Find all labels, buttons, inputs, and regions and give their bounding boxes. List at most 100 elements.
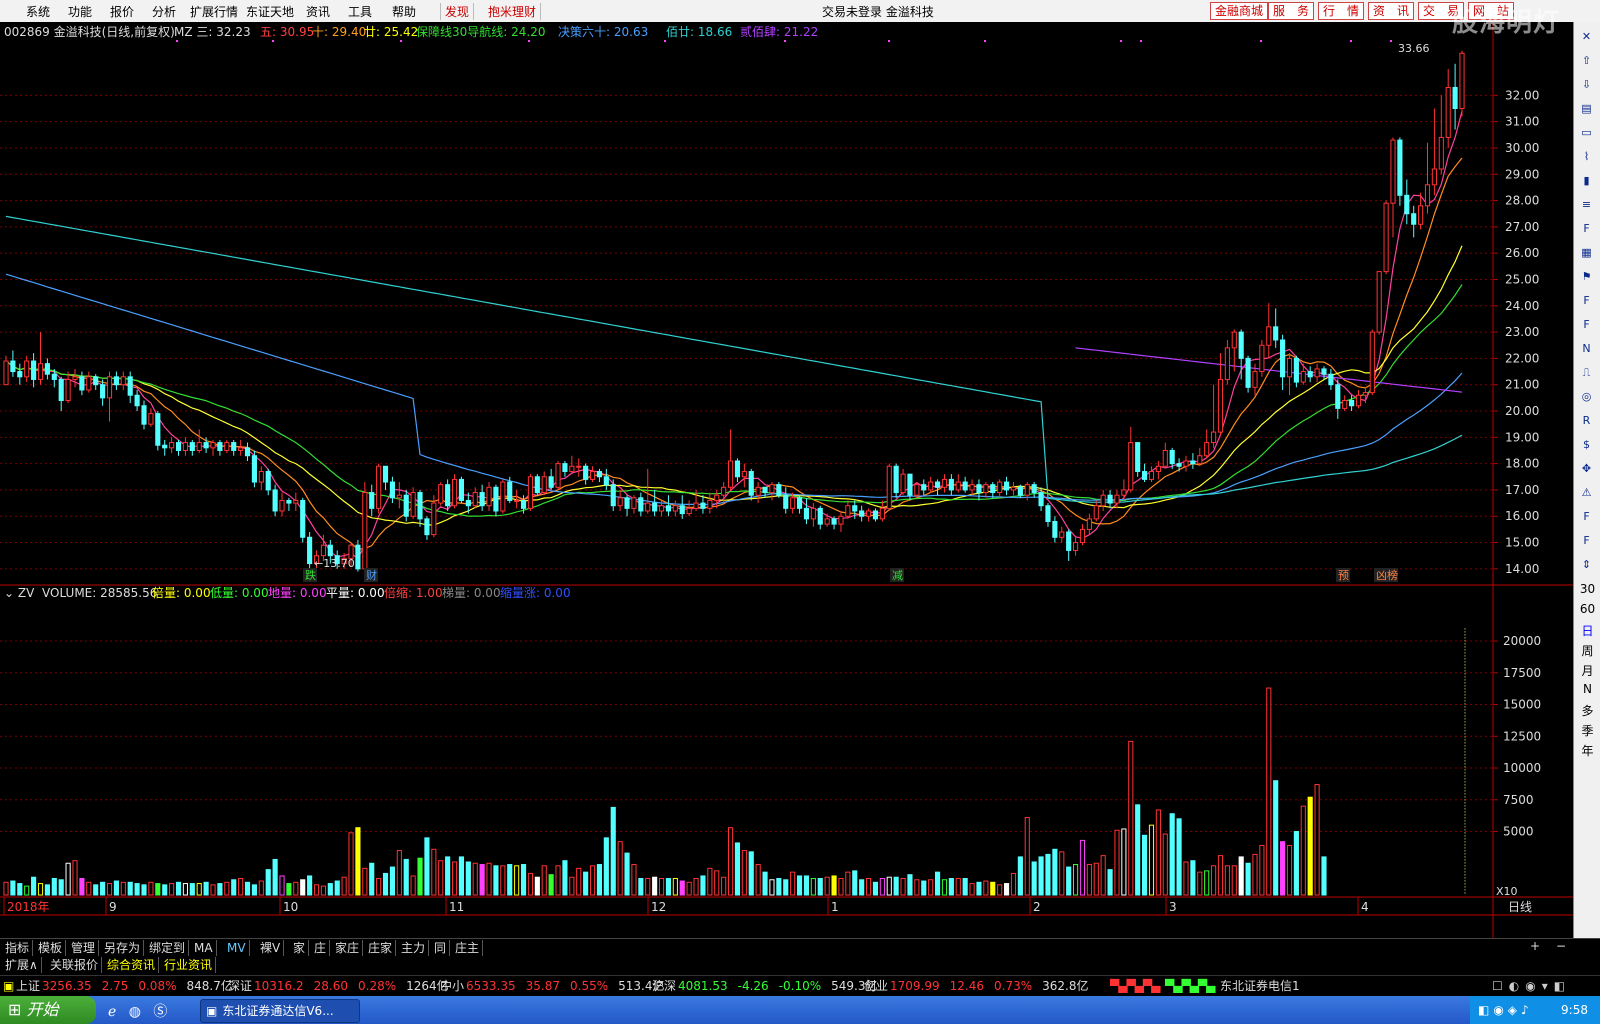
volume-bar: [472, 862, 478, 896]
period-button-3[interactable]: 周: [1574, 642, 1600, 659]
menu-2[interactable]: 报价: [110, 3, 134, 20]
period-button-4[interactable]: 月: [1574, 662, 1600, 679]
candle-body: [893, 465, 899, 494]
calc-icon[interactable]: ▦: [1578, 244, 1595, 261]
money-icon[interactable]: $: [1578, 436, 1595, 453]
event-marker-2[interactable]: 减: [892, 569, 903, 582]
info-tab-2[interactable]: 综合资讯: [104, 957, 160, 973]
candle-body: [596, 471, 603, 478]
top-right-button-2[interactable]: 行 情: [1318, 2, 1365, 20]
indicator-tab-14[interactable]: 庄主: [452, 940, 484, 956]
index-0[interactable]: 上证 3256.35 2.75 0.08% 848.7亿: [16, 976, 233, 996]
chart-area[interactable]: 14.00 15.00 16.00 17.00 18.00 19.00 20.00 21.00…: [0, 22, 1573, 938]
chart-alt-icon[interactable]: ⎍: [1578, 364, 1595, 381]
warning-icon[interactable]: ⚠: [1578, 484, 1595, 501]
menu-wealth[interactable]: 抱米理财: [484, 3, 542, 20]
explorer-icon[interactable]: ◍: [129, 1004, 141, 1020]
indicator-tab-8[interactable]: 家: [290, 940, 310, 956]
add-tab-icon[interactable]: +: [1530, 939, 1540, 953]
menu-6[interactable]: 资讯: [306, 3, 330, 20]
n-icon[interactable]: N: [1578, 340, 1595, 357]
menu-1[interactable]: 功能: [68, 3, 92, 20]
info-tab-3[interactable]: 行业资讯: [161, 957, 217, 973]
start-button[interactable]: ⊞ 开始: [0, 996, 96, 1024]
candle-body: [500, 481, 506, 512]
period-button-7[interactable]: 季: [1574, 722, 1600, 739]
indicator-tab-9[interactable]: 庄: [311, 940, 331, 956]
menu-7[interactable]: 工具: [348, 3, 372, 20]
fin-icon[interactable]: F: [1578, 292, 1595, 309]
menu-5[interactable]: 东证天地: [246, 3, 294, 20]
index-1[interactable]: 深证 10316.2 28.60 0.28% 1264亿: [228, 976, 449, 996]
move-icon[interactable]: ✥: [1578, 460, 1595, 477]
top-right-button-0[interactable]: 金融商城: [1210, 2, 1269, 20]
f5-icon[interactable]: F: [1578, 508, 1595, 525]
flag-icon[interactable]: ⚑: [1578, 268, 1595, 285]
candle-body: [1404, 194, 1410, 215]
info-tab-0[interactable]: 扩展∧: [2, 957, 42, 973]
candle-body: [859, 510, 865, 517]
candle-body: [175, 442, 182, 451]
indicator-tab-3[interactable]: 另存为: [101, 940, 145, 956]
indicator-tab-1[interactable]: 模板: [35, 940, 67, 956]
candle-body: [693, 502, 699, 509]
top-right-button-1[interactable]: 服 务: [1268, 2, 1315, 20]
volume-bar: [859, 879, 865, 896]
ring-icon[interactable]: ◎: [1578, 388, 1595, 405]
line-chart-icon[interactable]: ⌇: [1578, 148, 1595, 165]
app-icon[interactable]: Ⓢ: [153, 1004, 167, 1020]
indicator-tab-6[interactable]: MV: [224, 940, 250, 956]
event-marker-4[interactable]: 凶榜: [1376, 568, 1398, 582]
ie-icon[interactable]: ℯ: [108, 1004, 116, 1020]
info-tab-1[interactable]: 关联报价: [47, 957, 103, 973]
period-button-0[interactable]: 30: [1574, 582, 1600, 596]
event-marker-1[interactable]: 财: [366, 568, 377, 582]
menu-discover[interactable]: 发现: [440, 3, 475, 20]
expand-icon[interactable]: ⇕: [1578, 556, 1595, 573]
index-3[interactable]: 沪深 4081.53 -4.26 -0.10% 549.3亿: [652, 976, 878, 996]
event-marker-0[interactable]: 跌: [305, 568, 316, 582]
candle-body: [369, 492, 375, 509]
page-icon[interactable]: ▭: [1578, 124, 1595, 141]
tray-icons[interactable]: ◧◉◈♪: [1478, 1003, 1533, 1017]
period-button-8[interactable]: 年: [1574, 742, 1600, 759]
index-4[interactable]: 创业 1709.99 12.46 0.73% 362.8亿: [864, 976, 1088, 996]
event-marker-3[interactable]: 预: [1338, 569, 1349, 582]
list-icon[interactable]: ≡: [1578, 196, 1595, 213]
indicator-tab-12[interactable]: 主力: [398, 940, 430, 956]
candle-body: [417, 492, 423, 520]
down-arrow-icon[interactable]: ⇩: [1578, 76, 1595, 93]
volume-bar: [852, 870, 858, 896]
indicator-tab-4[interactable]: 绑定到: [146, 940, 190, 956]
period-button-6[interactable]: 多: [1574, 702, 1600, 719]
menu-0[interactable]: 系统: [26, 3, 50, 20]
period-button-2[interactable]: 日: [1574, 622, 1600, 639]
f12-icon[interactable]: F: [1578, 316, 1595, 333]
taskbar-app-button[interactable]: ▣ 东北证券通达信V6...: [200, 999, 360, 1023]
indicator-tab-0[interactable]: 指标: [2, 940, 34, 956]
menu-8[interactable]: 帮助: [392, 3, 416, 20]
f10-icon[interactable]: F: [1578, 220, 1595, 237]
indicator-tab-7[interactable]: 裸V: [257, 940, 285, 956]
report-icon[interactable]: ▤: [1578, 100, 1595, 117]
top-right-button-3[interactable]: 资 讯: [1368, 2, 1415, 20]
indicator-tab-11[interactable]: 庄家: [365, 940, 397, 956]
candle-body: [1431, 168, 1437, 186]
rsi-icon[interactable]: R: [1578, 412, 1595, 429]
remove-tab-icon[interactable]: −: [1556, 939, 1566, 953]
indicator-tab-13[interactable]: 同: [431, 940, 451, 956]
indicator-tab-5[interactable]: MA: [191, 940, 217, 956]
index-2[interactable]: 中小 6533.35 35.87 0.55% 513.4亿: [440, 976, 664, 996]
status-icons[interactable]: ☐◐◉▾◧: [1492, 976, 1571, 996]
signal-dot: [784, 40, 786, 42]
menu-4[interactable]: 扩展行情: [190, 3, 238, 20]
up-arrow-icon[interactable]: ⇧: [1578, 52, 1595, 69]
indicator-tab-10[interactable]: 家庄: [332, 940, 364, 956]
close-icon[interactable]: ✕: [1578, 28, 1595, 45]
menu-3[interactable]: 分析: [152, 3, 176, 20]
period-button-5[interactable]: N: [1574, 682, 1600, 696]
f6-icon[interactable]: F: [1578, 532, 1595, 549]
indicator-tab-2[interactable]: 管理: [68, 940, 100, 956]
candle-icon[interactable]: ▮: [1578, 172, 1595, 189]
period-button-1[interactable]: 60: [1574, 602, 1600, 616]
